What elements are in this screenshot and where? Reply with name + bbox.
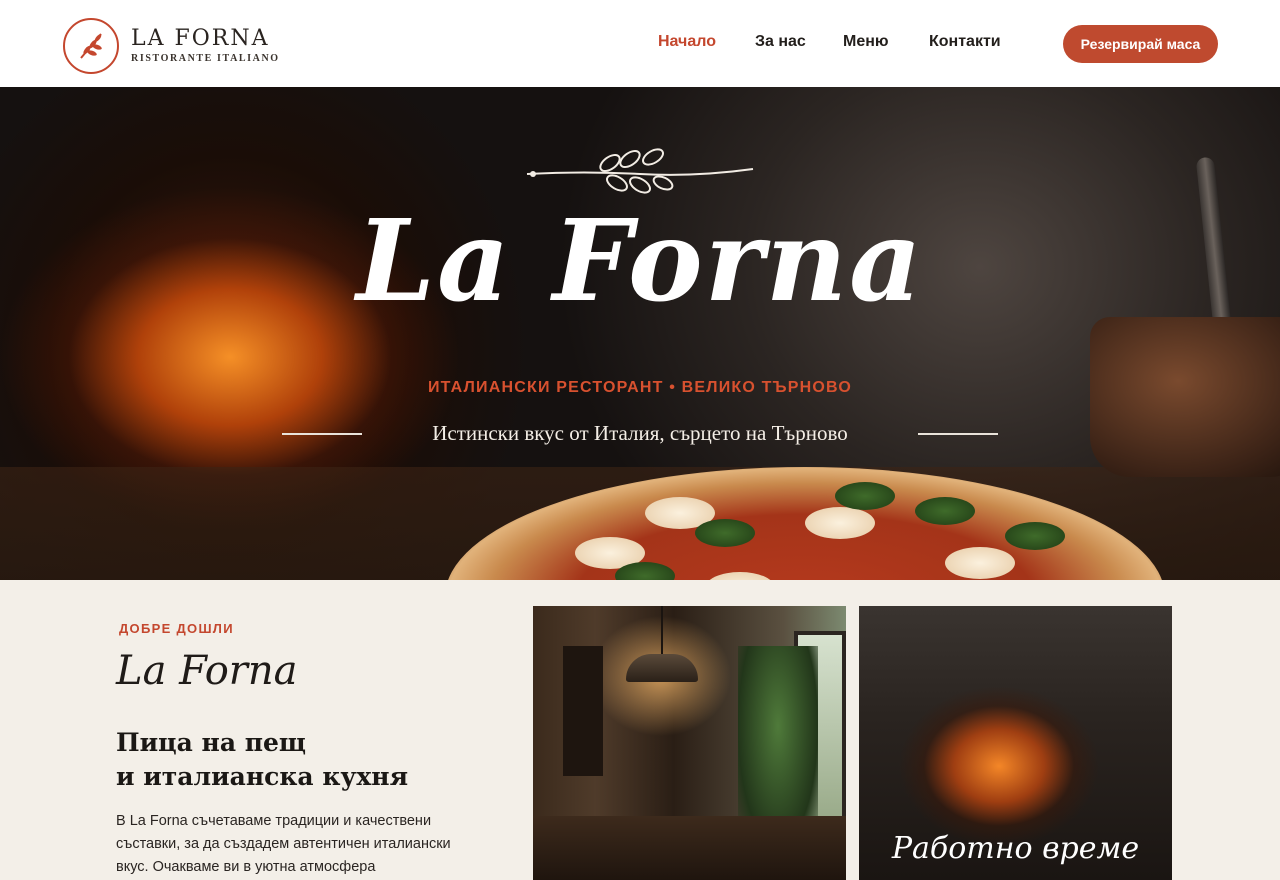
nav-item-home[interactable]: Начало: [658, 33, 716, 51]
reserve-table-button[interactable]: Резервирай маса: [1063, 25, 1218, 63]
logo-name: LA FORNA: [131, 26, 270, 51]
welcome-text: В La Forna съчетаваме традиции и качеств…: [116, 813, 451, 875]
logo[interactable]: LA FORNA RISTORANTE ITALIANO: [63, 18, 280, 74]
divider: [282, 432, 362, 435]
pendant-lamp: [626, 654, 698, 682]
divider: [917, 432, 998, 435]
hero-title: La Forna: [356, 196, 924, 327]
hero-slogan: Истински вкус от Италия, сърцето на Търн…: [282, 421, 998, 446]
nav-item-about[interactable]: За нас: [755, 33, 806, 51]
hero-banner: La Forna ИТАЛИАНСКИ РЕСТОРАНТ • ВЕЛИКО Т…: [0, 87, 1280, 580]
welcome-kicker: ДОБРЕ ДОШЛИ: [119, 621, 234, 636]
hero-slogan-text: Истински вкус от Италия, сърцето на Търн…: [432, 421, 848, 445]
olive-branch-icon: [63, 18, 119, 74]
nav-item-contacts[interactable]: Контакти: [929, 33, 1001, 51]
nav-item-menu[interactable]: Меню: [843, 33, 889, 51]
olive-branch-icon: [526, 148, 754, 194]
hero-tagline: ИТАЛИАНСКИ РЕСТОРАНТ • ВЕЛИКО ТЪРНОВО: [427, 379, 853, 396]
working-hours-caption: Работно време: [891, 831, 1140, 866]
welcome-heading-line1: Пица на пещ: [116, 728, 306, 757]
site-header: LA FORNA RISTORANTE ITALIANO Начало За н…: [0, 0, 1280, 87]
copper-pan: [1090, 317, 1280, 477]
welcome-heading: Пица на пещ и италианска кухня: [116, 726, 496, 794]
interior-photo: [533, 606, 846, 880]
logo-subtitle: RISTORANTE ITALIANO: [131, 53, 280, 64]
working-hours-card[interactable]: Работно време: [859, 606, 1172, 880]
welcome-script-title: La Forna: [116, 648, 298, 694]
welcome-heading-line2: и италианска кухня: [116, 762, 409, 791]
